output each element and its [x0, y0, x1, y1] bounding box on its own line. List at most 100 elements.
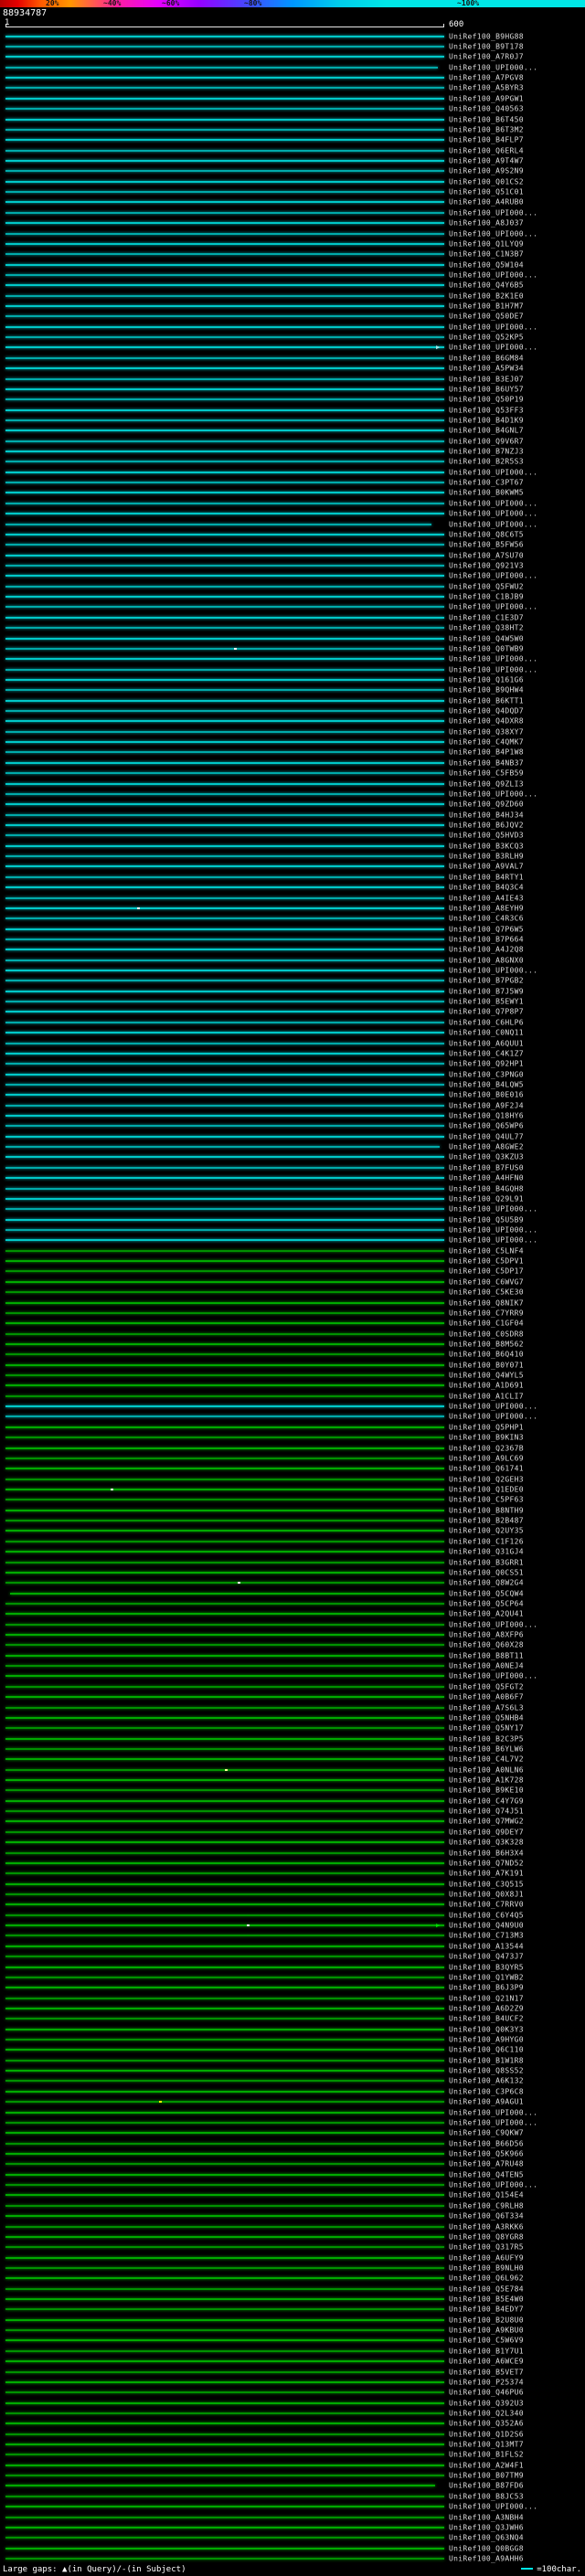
alignment-bar[interactable]: [5, 741, 444, 744]
subject-label[interactable]: UniRef100_A0B6F7: [449, 1693, 524, 1701]
subject-label[interactable]: UniRef100_UPI000...: [449, 1226, 537, 1235]
subject-label[interactable]: UniRef100_A4HFN0: [449, 1174, 524, 1182]
subject-label[interactable]: UniRef100_UPI000...: [449, 468, 537, 476]
alignment-bar[interactable]: [5, 377, 444, 380]
subject-label[interactable]: UniRef100_Q3KZU3: [449, 1153, 524, 1161]
subject-label[interactable]: UniRef100_Q0BGG8: [449, 2544, 524, 2552]
subject-label[interactable]: UniRef100_Q0X8J1: [449, 1891, 524, 1899]
alignment-bar[interactable]: [5, 2287, 444, 2290]
alignment-bar[interactable]: [5, 1083, 444, 1086]
alignment-bar[interactable]: [5, 1405, 444, 1408]
alignment-bar[interactable]: [5, 1311, 444, 1314]
alignment-bar[interactable]: [5, 66, 438, 69]
subject-label[interactable]: UniRef100_Q5W104: [449, 260, 524, 269]
alignment-bar[interactable]: [5, 1218, 444, 1221]
alignment-bar[interactable]: [5, 1634, 444, 1637]
subject-label[interactable]: UniRef100_Q8W2G4: [449, 1579, 524, 1587]
subject-label[interactable]: UniRef100_B8JC53: [449, 2492, 524, 2500]
alignment-bar[interactable]: [5, 2246, 444, 2249]
subject-label[interactable]: UniRef100_B7P664: [449, 935, 524, 943]
alignment-bar[interactable]: [5, 1291, 444, 1294]
alignment-bar[interactable]: [5, 2059, 444, 2062]
alignment-bar[interactable]: [5, 1457, 444, 1459]
subject-label[interactable]: UniRef100_Q6ERL4: [449, 146, 524, 154]
alignment-bar[interactable]: [5, 1623, 444, 1626]
subject-label[interactable]: UniRef100_B3GRR1: [449, 1558, 524, 1566]
alignment-bar[interactable]: [5, 429, 444, 432]
alignment-bar[interactable]: [5, 1779, 444, 1782]
subject-label[interactable]: UniRef100_Q4TEN5: [449, 2170, 524, 2178]
subject-label[interactable]: UniRef100_Q5CQW4: [449, 1589, 524, 1597]
alignment-bar[interactable]: [5, 1468, 444, 1470]
alignment-bar[interactable]: [5, 356, 444, 359]
subject-label[interactable]: UniRef100_Q7P6W5: [449, 925, 524, 933]
alignment-bar[interactable]: [5, 533, 444, 535]
alignment-bar[interactable]: [5, 875, 444, 878]
subject-label[interactable]: UniRef100_B0Y071: [449, 1361, 524, 1369]
alignment-bar[interactable]: [5, 782, 444, 785]
alignment-bar[interactable]: [5, 1976, 444, 1978]
alignment-bar[interactable]: [5, 1747, 444, 1750]
subject-label[interactable]: UniRef100_A6K132: [449, 2077, 524, 2085]
alignment-bar[interactable]: [5, 699, 444, 702]
alignment-bar[interactable]: [5, 1426, 444, 1428]
subject-label[interactable]: UniRef100_B4GNL7: [449, 427, 524, 435]
subject-label[interactable]: UniRef100_Q5E784: [449, 2284, 524, 2293]
subject-label[interactable]: UniRef100_C4Y7G9: [449, 1797, 524, 1805]
subject-label[interactable]: UniRef100_UPI000...: [449, 665, 537, 673]
subject-label[interactable]: UniRef100_Q6T334: [449, 2212, 524, 2221]
alignment-bar[interactable]: [5, 523, 431, 525]
subject-label[interactable]: UniRef100_B2B487: [449, 1517, 524, 1525]
alignment-bar[interactable]: [5, 2454, 444, 2456]
subject-label[interactable]: UniRef100_Q4UL77: [449, 1132, 524, 1140]
alignment-bar[interactable]: [5, 2204, 444, 2207]
subject-label[interactable]: UniRef100_C0NQ11: [449, 1029, 524, 1037]
subject-label[interactable]: UniRef100_C6WVG7: [449, 1277, 524, 1286]
alignment-bar[interactable]: [5, 1551, 444, 1553]
alignment-bar[interactable]: [5, 253, 444, 256]
subject-label[interactable]: UniRef100_C5W6V9: [449, 2337, 524, 2345]
subject-label[interactable]: UniRef100_B4P1W8: [449, 748, 524, 757]
subject-label[interactable]: UniRef100_Q4Y6B5: [449, 281, 524, 290]
subject-label[interactable]: UniRef100_Q8NIK7: [449, 1299, 524, 1307]
subject-label[interactable]: UniRef100_Q3JWH6: [449, 2523, 524, 2531]
alignment-bar[interactable]: [5, 970, 444, 972]
subject-label[interactable]: UniRef100_Q1D2S6: [449, 2430, 524, 2438]
subject-label[interactable]: UniRef100_B66D56: [449, 2139, 524, 2147]
alignment-bar[interactable]: [5, 1197, 444, 1200]
subject-label[interactable]: UniRef100_Q21N17: [449, 1994, 524, 2002]
subject-label[interactable]: UniRef100_Q392U3: [449, 2399, 524, 2407]
subject-label[interactable]: UniRef100_Q2GEH3: [449, 1475, 524, 1483]
subject-label[interactable]: UniRef100_B4GQH8: [449, 1184, 524, 1193]
alignment-bar[interactable]: [5, 1052, 444, 1055]
subject-label[interactable]: UniRef100_C5KE30: [449, 1288, 524, 1297]
subject-label[interactable]: UniRef100_A1K728: [449, 1776, 524, 1785]
subject-label[interactable]: UniRef100_C5LNF4: [449, 1246, 524, 1255]
alignment-bar[interactable]: [5, 2028, 444, 2030]
alignment-bar[interactable]: [5, 471, 444, 473]
subject-label[interactable]: UniRef100_UPI000...: [449, 2118, 537, 2126]
alignment-bar[interactable]: [5, 1177, 444, 1180]
subject-label[interactable]: UniRef100_Q18HY6: [449, 1112, 524, 1120]
subject-label[interactable]: UniRef100_A9LC69: [449, 1454, 524, 1462]
subject-label[interactable]: UniRef100_B4UCF2: [449, 2015, 524, 2023]
subject-label[interactable]: UniRef100_Q63NQ4: [449, 2534, 524, 2542]
subject-label[interactable]: UniRef100_UPI000...: [449, 2181, 537, 2189]
alignment-bar[interactable]: [5, 492, 444, 494]
alignment-bar[interactable]: [5, 1146, 441, 1149]
subject-label[interactable]: UniRef100_B9KIN3: [449, 1434, 524, 1442]
subject-label[interactable]: UniRef100_B9KE10: [449, 1786, 524, 1795]
alignment-bar[interactable]: [5, 1966, 444, 1968]
alignment-bar[interactable]: [5, 2308, 444, 2311]
alignment-bar[interactable]: [5, 1540, 444, 1542]
alignment-bar[interactable]: [5, 2391, 444, 2394]
subject-label[interactable]: UniRef100_UPI000...: [449, 790, 537, 798]
subject-label[interactable]: UniRef100_B8M562: [449, 1340, 524, 1348]
alignment-bar[interactable]: [5, 2049, 444, 2051]
alignment-bar[interactable]: [5, 1363, 444, 1366]
alignment-bar[interactable]: [5, 2370, 444, 2373]
subject-label[interactable]: UniRef100_UPI000...: [449, 2503, 537, 2511]
subject-label[interactable]: UniRef100_A8GWE2: [449, 1143, 524, 1151]
alignment-bar[interactable]: [5, 1115, 444, 1118]
alignment-bar[interactable]: [5, 1841, 444, 1844]
